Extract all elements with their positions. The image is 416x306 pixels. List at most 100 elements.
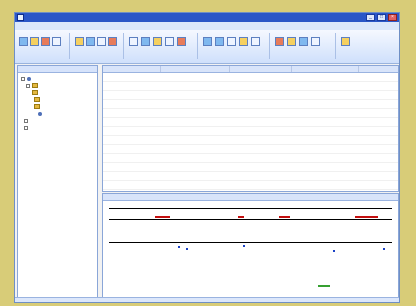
options-icon[interactable] — [341, 37, 350, 46]
table-cell[interactable] — [103, 82, 161, 90]
table-cell[interactable] — [161, 109, 231, 117]
table-row[interactable] — [103, 172, 398, 181]
table-cell[interactable] — [359, 82, 398, 90]
table-cell[interactable] — [161, 100, 231, 108]
sort-icon[interactable] — [177, 37, 186, 46]
table-cell[interactable] — [292, 190, 360, 191]
table-cell[interactable] — [292, 100, 360, 108]
table-cell[interactable] — [292, 109, 360, 117]
table-cell[interactable] — [103, 181, 161, 189]
minimize-button[interactable]: _ — [366, 14, 375, 21]
column-header-4[interactable] — [292, 66, 360, 72]
open-icon[interactable] — [30, 37, 39, 46]
table-cell[interactable] — [359, 163, 398, 171]
delete-icon[interactable] — [108, 37, 117, 46]
copy-icon[interactable] — [86, 37, 95, 46]
column-header-2[interactable] — [161, 66, 231, 72]
table-cell[interactable] — [230, 190, 292, 191]
tree-item-8[interactable] — [20, 124, 95, 131]
table-row[interactable] — [103, 73, 398, 82]
table-cell[interactable] — [161, 172, 231, 180]
table-row[interactable] — [103, 163, 398, 172]
table-cell[interactable] — [230, 136, 292, 144]
tree-item-1[interactable] — [20, 75, 95, 82]
table-cell[interactable] — [359, 154, 398, 162]
table-cell[interactable] — [230, 172, 292, 180]
filter-icon[interactable] — [165, 37, 174, 46]
table-row[interactable] — [103, 118, 398, 127]
cut-icon[interactable] — [75, 37, 84, 46]
table-cell[interactable] — [230, 91, 292, 99]
table-cell[interactable] — [161, 136, 231, 144]
table-cell[interactable] — [103, 163, 161, 171]
table-cell[interactable] — [103, 109, 161, 117]
table-cell[interactable] — [359, 190, 398, 191]
table-cell[interactable] — [292, 118, 360, 126]
table-cell[interactable] — [292, 181, 360, 189]
table-cell[interactable] — [230, 127, 292, 135]
save-icon[interactable] — [41, 37, 50, 46]
table-cell[interactable] — [161, 127, 231, 135]
zoom-out-icon[interactable] — [215, 37, 224, 46]
table-cell[interactable] — [230, 73, 292, 81]
table-cell[interactable] — [103, 91, 161, 99]
table-cell[interactable] — [359, 136, 398, 144]
table-cell[interactable] — [161, 91, 231, 99]
print-icon[interactable] — [52, 37, 61, 46]
chart-icon[interactable] — [141, 37, 150, 46]
table-cell[interactable] — [103, 190, 161, 191]
table-cell[interactable] — [292, 73, 360, 81]
new-icon[interactable] — [19, 37, 28, 46]
table-icon[interactable] — [153, 37, 162, 46]
table-cell[interactable] — [359, 181, 398, 189]
table-row[interactable] — [103, 145, 398, 154]
table-cell[interactable] — [230, 109, 292, 117]
table-cell[interactable] — [103, 73, 161, 81]
table-cell[interactable] — [292, 163, 360, 171]
refresh-icon[interactable] — [311, 37, 320, 46]
table-cell[interactable] — [292, 172, 360, 180]
table-cell[interactable] — [359, 127, 398, 135]
table-row[interactable] — [103, 82, 398, 91]
column-header-1[interactable] — [103, 66, 161, 72]
table-cell[interactable] — [103, 145, 161, 153]
expand-icon[interactable] — [24, 125, 28, 130]
tree-item-3[interactable] — [20, 89, 95, 96]
paste-icon[interactable] — [97, 37, 106, 46]
table-cell[interactable] — [359, 91, 398, 99]
table-cell[interactable] — [359, 172, 398, 180]
table-row[interactable] — [103, 190, 398, 191]
maximize-button[interactable]: □ — [377, 14, 386, 21]
table-cell[interactable] — [292, 91, 360, 99]
table-cell[interactable] — [161, 181, 231, 189]
table-cell[interactable] — [161, 190, 231, 191]
expand-icon[interactable] — [26, 83, 30, 88]
zoom-in-icon[interactable] — [203, 37, 212, 46]
table-row[interactable] — [103, 127, 398, 136]
import-icon[interactable] — [299, 37, 308, 46]
table-row[interactable] — [103, 109, 398, 118]
run-icon[interactable] — [275, 37, 284, 46]
table-cell[interactable] — [230, 154, 292, 162]
expand-icon[interactable] — [21, 76, 25, 81]
table-row[interactable] — [103, 91, 398, 100]
table-cell[interactable] — [161, 145, 231, 153]
table-cell[interactable] — [230, 163, 292, 171]
tree-item-2[interactable] — [20, 82, 95, 89]
table-cell[interactable] — [230, 82, 292, 90]
table-cell[interactable] — [359, 145, 398, 153]
table-row[interactable] — [103, 100, 398, 109]
table-cell[interactable] — [103, 154, 161, 162]
table-cell[interactable] — [161, 163, 231, 171]
table-cell[interactable] — [230, 118, 292, 126]
table-row[interactable] — [103, 136, 398, 145]
table-cell[interactable] — [161, 73, 231, 81]
tree-item-5[interactable] — [20, 103, 95, 110]
column-header-5[interactable] — [359, 66, 398, 72]
settings-icon[interactable] — [239, 37, 248, 46]
table-row[interactable] — [103, 181, 398, 190]
tree-item-6[interactable] — [20, 110, 95, 117]
table-cell[interactable] — [161, 118, 231, 126]
table-cell[interactable] — [292, 127, 360, 135]
help-icon[interactable] — [251, 37, 260, 46]
